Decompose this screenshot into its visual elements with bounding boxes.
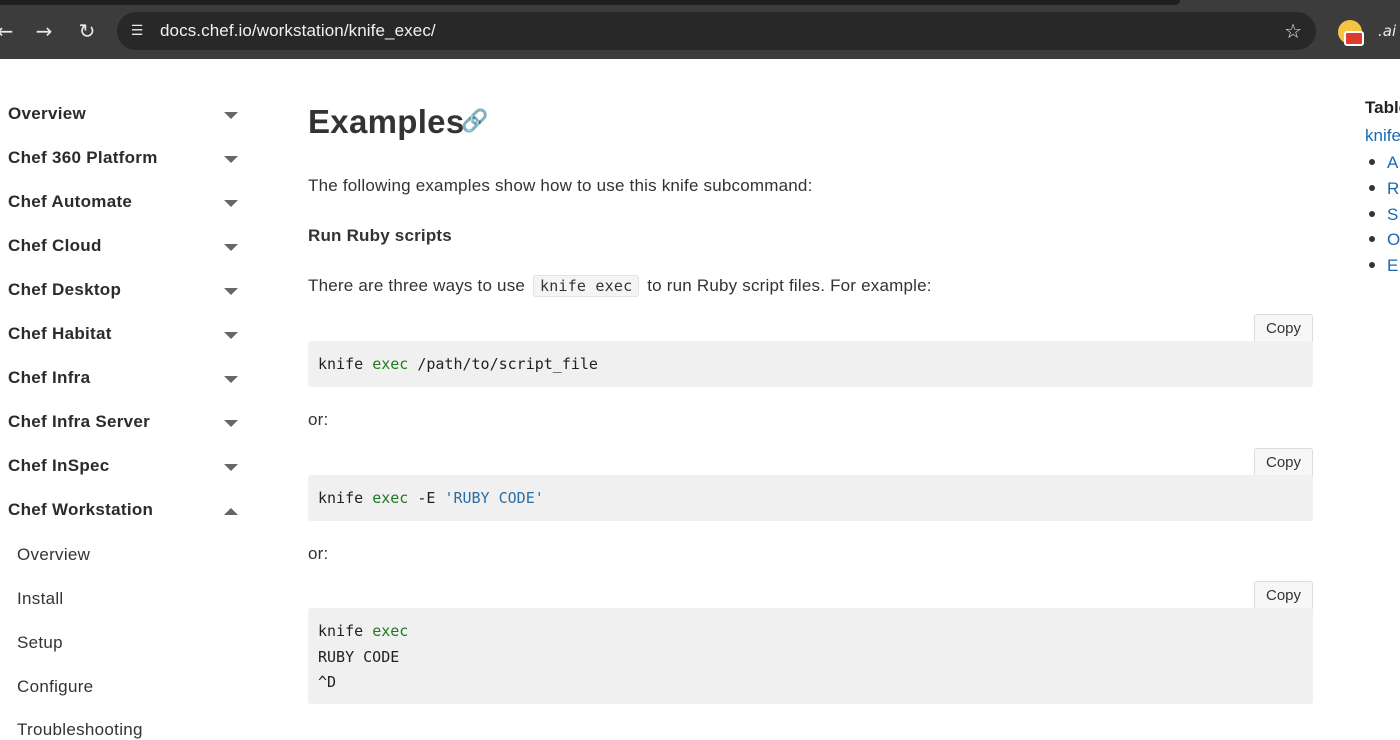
sidebar-item-label: Chef 360 Platform: [8, 148, 158, 167]
para-text-after: to run Ruby script files. For example:: [647, 276, 932, 295]
code-args: /path/to/script_file: [408, 355, 598, 373]
code-block: knife exec RUBY CODE ^D: [308, 608, 1313, 704]
sidebar-item-label: Chef Automate: [8, 192, 133, 211]
toc-item[interactable]: S: [1369, 205, 1398, 225]
bullet-icon: [1369, 235, 1375, 242]
sidebar-item-chef-habitat[interactable]: Chef Habitat: [8, 320, 244, 350]
bullet-icon: [1369, 261, 1375, 268]
sidebar-item-label: Overview: [8, 104, 87, 123]
chevron-down-icon[interactable]: [224, 332, 238, 339]
sidebar-item-chef-desktop[interactable]: Chef Desktop: [8, 276, 244, 306]
tune-icon[interactable]: ☰: [127, 21, 147, 41]
bullet-icon: [1369, 210, 1375, 217]
sidebar-subitem-configure[interactable]: Configure: [17, 677, 93, 697]
sidebar-item-chef-automate[interactable]: Chef Automate: [8, 188, 244, 218]
star-icon[interactable]: ☆: [1284, 19, 1302, 43]
extension-icon[interactable]: [1338, 20, 1364, 46]
chevron-down-icon[interactable]: [224, 464, 238, 471]
inline-code: knife exec: [533, 275, 640, 297]
sidebar-item-label: Chef InSpec: [8, 456, 110, 475]
sidebar-item-chef-cloud[interactable]: Chef Cloud: [8, 232, 244, 262]
chevron-down-icon[interactable]: [224, 288, 238, 295]
toc-item-label: R: [1387, 179, 1400, 198]
arrow-right-icon[interactable]: →: [31, 18, 57, 44]
code-line: knife exec /path/to/script_file: [318, 355, 598, 373]
arrow-left-icon[interactable]: ←: [0, 18, 18, 44]
sidebar-item-chef-360-platform[interactable]: Chef 360 Platform: [8, 144, 244, 174]
chevron-down-icon[interactable]: [224, 376, 238, 383]
code-cmd: knife: [318, 489, 364, 507]
address-bar[interactable]: ☰ docs.chef.io/workstation/knife_exec/ ☆: [117, 12, 1316, 50]
sidebar-subitem-install[interactable]: Install: [17, 589, 64, 609]
code-flag: -E: [408, 489, 445, 507]
chevron-down-icon[interactable]: [224, 112, 238, 119]
or-text: or:: [308, 410, 329, 429]
tab-strip: [0, 0, 1180, 5]
sidebar-item-label: Chef Workstation: [8, 500, 154, 519]
page-title: Examples: [308, 103, 465, 140]
code-string: 'RUBY CODE': [444, 489, 544, 507]
toc-title: Table of Contents: [1365, 98, 1400, 117]
bullet-icon: [1369, 184, 1375, 191]
toc-link[interactable]: knife exec: [1365, 126, 1400, 146]
table-of-contents: Table of Contents knife exec A R S O E: [1365, 59, 1400, 732]
sidebar-item-label: Chef Cloud: [8, 236, 102, 255]
chevron-up-icon[interactable]: [224, 508, 238, 515]
section-heading: Run Ruby scripts: [308, 226, 452, 245]
sidebar-item-label: Chef Desktop: [8, 280, 122, 299]
usage-paragraph: There are three ways to use knife exec t…: [308, 275, 932, 297]
sidebar-subitem-setup[interactable]: Setup: [17, 633, 63, 653]
sidebar-item-label: Chef Infra Server: [8, 412, 151, 431]
url-text[interactable]: docs.chef.io/workstation/knife_exec/: [160, 21, 436, 41]
toc-item-label: O: [1387, 230, 1400, 249]
chevron-down-icon[interactable]: [224, 420, 238, 427]
toc-item[interactable]: R: [1369, 179, 1399, 199]
toc-item[interactable]: E: [1369, 256, 1398, 276]
main-content: Examples 🔗 The following examples show h…: [308, 59, 1314, 732]
toc-item-label: S: [1387, 205, 1399, 224]
chevron-down-icon[interactable]: [224, 156, 238, 163]
section-heading-wrap: Run Ruby scripts: [308, 226, 452, 246]
extension-icon-2[interactable]: .ai: [1378, 22, 1396, 40]
code-line: RUBY CODE: [318, 648, 400, 666]
sidebar-subitem-troubleshooting[interactable]: Troubleshooting: [17, 720, 143, 740]
sidebar-item-chef-workstation[interactable]: Chef Workstation: [8, 496, 244, 526]
copy-button[interactable]: Copy: [1254, 581, 1313, 609]
code-block: knife exec /path/to/script_file: [308, 341, 1313, 387]
para-text-before: There are three ways to use: [308, 276, 526, 295]
code-keyword: exec: [372, 355, 409, 373]
code-block: knife exec -E 'RUBY CODE': [308, 475, 1313, 521]
toc-item[interactable]: A: [1369, 153, 1398, 173]
toc-item-label: E: [1387, 256, 1399, 275]
copy-button[interactable]: Copy: [1254, 448, 1313, 476]
toc-item-label: A: [1387, 153, 1399, 172]
code-keyword: exec: [372, 489, 409, 507]
sidebar-item-label: Chef Habitat: [8, 324, 112, 343]
sidebar-item-chef-inspec[interactable]: Chef InSpec: [8, 452, 244, 482]
sidebar-item-chef-infra[interactable]: Chef Infra: [8, 364, 244, 394]
sidebar-item-chef-infra-server[interactable]: Chef Infra Server: [8, 408, 244, 438]
sidebar-item-label: Chef Infra: [8, 368, 91, 387]
chevron-down-icon[interactable]: [224, 244, 238, 251]
browser-toolbar: ← → ↻ ☰ docs.chef.io/workstation/knife_e…: [0, 0, 1400, 59]
copy-button[interactable]: Copy: [1254, 314, 1313, 342]
sidebar-subitem-overview[interactable]: Overview: [17, 545, 90, 565]
code-cmd: knife: [318, 622, 364, 640]
code-cmd: knife: [318, 355, 364, 373]
code-keyword: exec: [372, 622, 409, 640]
code-line: knife exec -E 'RUBY CODE': [318, 489, 544, 507]
or-text: or:: [308, 544, 329, 563]
bullet-icon: [1369, 158, 1375, 165]
intro-text: The following examples show how to use t…: [308, 176, 813, 195]
toc-item[interactable]: O: [1369, 230, 1400, 250]
code-line: knife exec: [318, 622, 408, 640]
sidebar-item-overview[interactable]: Overview: [8, 100, 244, 130]
reload-icon[interactable]: ↻: [74, 18, 100, 44]
link-icon[interactable]: 🔗: [461, 109, 488, 134]
chevron-down-icon[interactable]: [224, 200, 238, 207]
docs-sidebar: Overview Chef 360 Platform Chef Automate…: [0, 59, 260, 739]
code-line: ^D: [318, 673, 337, 691]
